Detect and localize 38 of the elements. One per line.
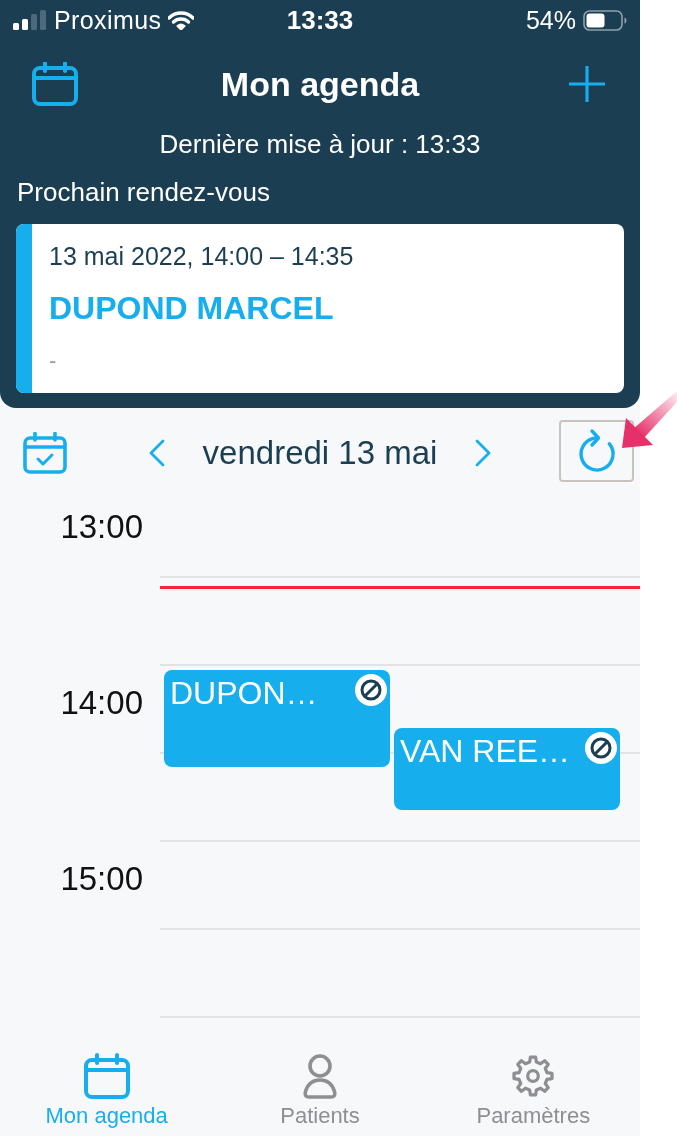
chevron-left-icon [148, 439, 165, 467]
battery-icon [583, 9, 627, 31]
calendar-check-icon [23, 432, 67, 474]
appointment-title: VAN REE… [400, 732, 571, 770]
screen-title: Mon agenda [219, 64, 421, 105]
previous-day-button[interactable] [148, 439, 165, 467]
section-label: Prochain rendez-vous [17, 177, 271, 207]
hour-label: 13:00 [60, 507, 143, 546]
status-time: 13:33 [286, 4, 354, 36]
hour-label: 14:00 [60, 683, 143, 722]
next-day-button[interactable] [475, 439, 492, 467]
next-appointment-card[interactable]: 13 mai 2022, 14:00 – 14:35 DUPOND MARCEL - [16, 224, 624, 393]
wifi-icon [168, 10, 195, 30]
calendar-button[interactable] [32, 62, 78, 106]
appointment-block[interactable]: DUPON… [164, 670, 390, 767]
appointment-note: - [49, 347, 58, 375]
calendar-icon [32, 62, 78, 106]
carrier-name: Proximus [54, 5, 162, 35]
hour-label: 15:00 [60, 859, 143, 898]
calendar-icon [82, 1053, 131, 1099]
add-button[interactable] [569, 66, 605, 102]
today-button[interactable] [23, 432, 67, 474]
prohibited-icon [355, 674, 387, 706]
signal-icon [13, 10, 47, 30]
battery-percent: 54% [525, 5, 576, 35]
patient-name: DUPOND MARCEL [49, 289, 335, 327]
tab-bar-item[interactable]: Paramètres [426, 1040, 640, 1136]
tab-bar-item[interactable]: Mon agenda [0, 1040, 214, 1136]
chevron-right-icon [475, 439, 492, 467]
settings-icon [510, 1053, 557, 1099]
appointment-datetime: 13 mai 2022, 14:00 – 14:35 [49, 241, 354, 271]
plus-icon [569, 66, 605, 102]
appointment-title: DUPON… [170, 674, 318, 712]
tab-bar-item[interactable]: Patients [213, 1040, 427, 1136]
prohibited-icon [585, 732, 617, 764]
appointment-block[interactable]: VAN REE… [394, 728, 620, 810]
last-update-text: Dernière mise à jour : 13:33 [158, 129, 482, 159]
current-date: vendredi 13 mai [202, 434, 438, 472]
